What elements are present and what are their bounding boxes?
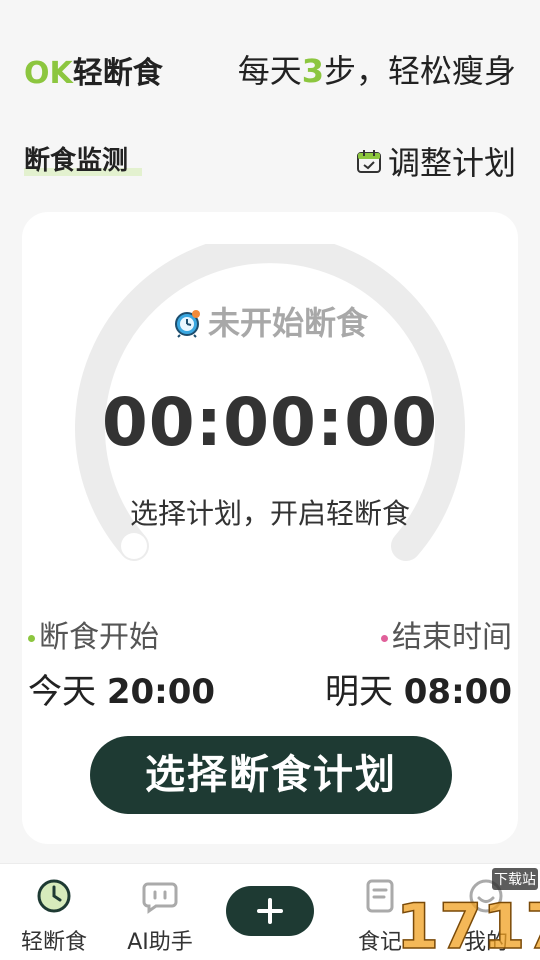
alarm-clock-icon [174, 310, 200, 338]
fasting-status: 未开始断食 [22, 298, 518, 344]
end-time: 08:00 [403, 672, 512, 712]
start-label: 断食开始 [39, 620, 159, 655]
start-value: 今天 20:00 [28, 664, 215, 713]
slogan: 每天3步，轻松瘦身 [238, 46, 516, 92]
start-label-row: 断食开始 [28, 612, 215, 656]
bottom-tab-bar: 轻断食 AI助手 食记 我的 17178 下载站 [0, 863, 540, 960]
tab-fasting[interactable]: 轻断食 [4, 876, 104, 956]
choose-plan-button[interactable]: 选择断食计划 [90, 736, 452, 814]
progress-knob[interactable] [121, 533, 147, 559]
header: OK轻断食 每天3步，轻松瘦身 [24, 44, 516, 94]
brand-ok: OK [24, 56, 73, 91]
plus-icon [257, 898, 283, 924]
fasting-hint: 选择计划，开启轻断食 [129, 497, 410, 530]
start-dot [28, 635, 35, 642]
calendar-icon [356, 150, 381, 173]
end-value: 明天 08:00 [325, 664, 512, 713]
end-dot [381, 635, 388, 642]
fasting-timer: 00:00:00 [101, 384, 439, 461]
brand-logo: OK轻断食 [24, 48, 163, 92]
watermark-logo: 17178 下载站 [395, 868, 540, 960]
tab-fasting-label: 轻断食 [20, 930, 87, 955]
brand-name: 轻断食 [72, 56, 163, 91]
start-day: 今天 [28, 672, 96, 712]
fasting-end[interactable]: 结束时间 明天 08:00 [325, 612, 512, 713]
add-button[interactable] [226, 886, 314, 936]
fasting-status-text: 未开始断食 [207, 304, 368, 342]
clock-icon [37, 879, 71, 913]
fasting-card: 未开始断食 00:00:00 选择计划，开启轻断食 断食开始 今天 20:00 … [22, 212, 518, 844]
chat-bot-icon [142, 882, 178, 914]
tab-ai-assistant[interactable]: AI助手 [110, 876, 210, 956]
slogan-pre: 每天 [237, 52, 302, 90]
watermark-text: 17178 [396, 890, 540, 960]
adjust-plan-label: 调整计划 [387, 144, 516, 182]
slogan-number: 3 [301, 52, 324, 90]
end-label-row: 结束时间 [325, 612, 512, 656]
end-day: 明天 [324, 672, 393, 712]
adjust-plan-button[interactable]: 调整计划 [356, 138, 516, 184]
slogan-post: 步，轻松瘦身 [323, 52, 516, 90]
fasting-start[interactable]: 断食开始 今天 20:00 [28, 612, 215, 713]
start-time: 20:00 [106, 672, 216, 712]
watermark-sub: 下载站 [494, 872, 536, 888]
tab-ai-assistant-label: AI助手 [127, 930, 193, 955]
end-label: 结束时间 [392, 620, 512, 655]
section-title: 断食监测 [24, 146, 129, 176]
